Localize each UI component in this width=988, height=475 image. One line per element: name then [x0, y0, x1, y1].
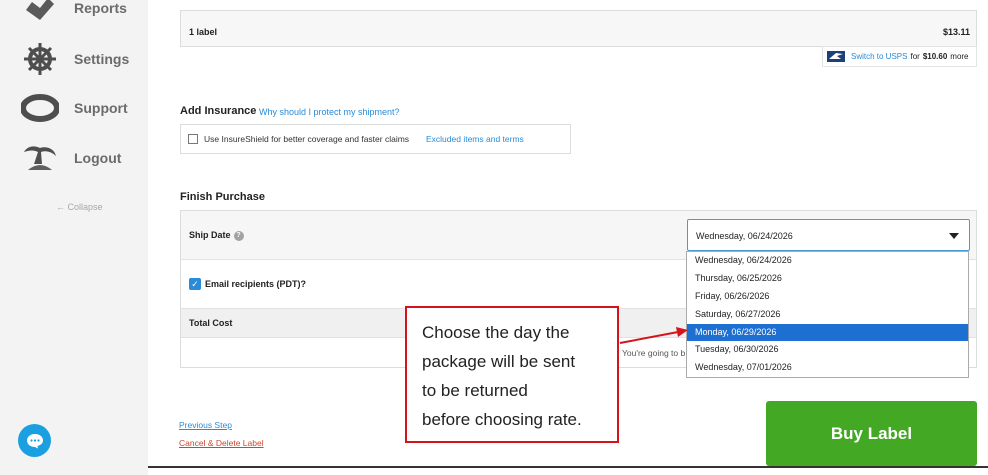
annotation-arrow	[619, 327, 688, 344]
